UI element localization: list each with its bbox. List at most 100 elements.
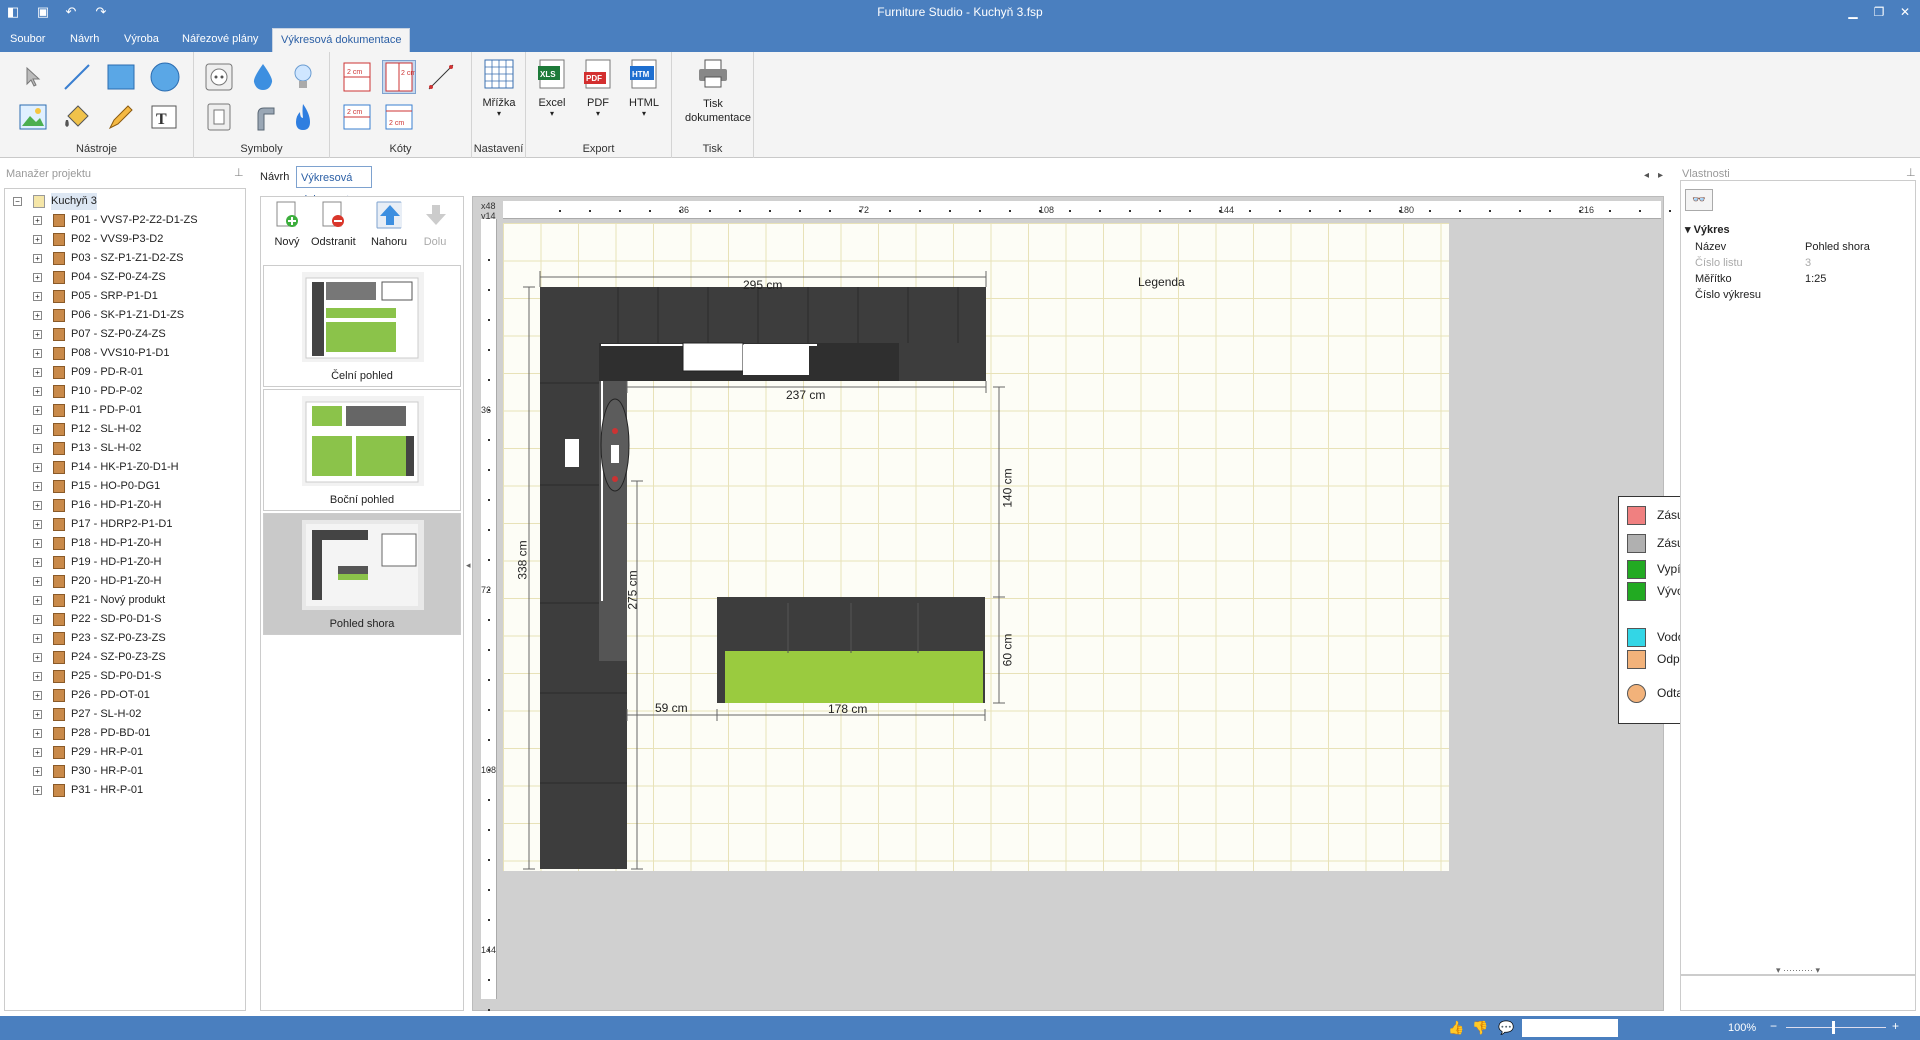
drawing-canvas[interactable]: x48 y14 3672108144180216 3672108144 [472,196,1857,1011]
excel-export-button[interactable]: XLS Excel ▾ [530,58,574,118]
tree-item-label: P09 - PD-R-01 [71,366,144,378]
angle-dim-icon[interactable] [424,60,458,94]
circle-tool-icon[interactable] [148,60,182,94]
sheet-thumb-top[interactable]: Pohled shora [263,513,461,635]
expand-icon[interactable]: + [33,710,42,719]
expand-icon[interactable]: + [33,482,42,491]
expand-icon[interactable]: + [33,292,42,301]
expand-icon[interactable]: + [33,672,42,681]
collapse-icon[interactable]: − [13,197,22,206]
expand-icon[interactable]: + [33,311,42,320]
expand-icon[interactable]: + [33,216,42,225]
properties-pin-icon[interactable]: ⊥ [1906,166,1916,179]
menu-soubor[interactable]: Soubor [2,28,53,52]
zoom-out-icon[interactable]: − [1770,1019,1777,1033]
chain-dim-icon[interactable]: 2 cm [340,100,374,134]
expand-icon[interactable]: + [33,330,42,339]
expand-icon[interactable]: + [33,444,42,453]
vertical-dim-icon[interactable]: 2 cm [382,60,416,94]
tree-item-label: P23 - SZ-P0-Z3-ZS [71,632,166,644]
expand-icon[interactable]: + [33,653,42,662]
tab-navrh[interactable]: Návrh [256,166,293,188]
expand-icon[interactable]: + [33,520,42,529]
print-documentation-button[interactable]: Tisk dokumentace [678,58,751,125]
zoom-slider-thumb[interactable] [1832,1021,1835,1034]
new-sheet-button[interactable]: Nový [265,201,309,248]
expand-icon[interactable]: + [33,425,42,434]
gas-flame-icon[interactable] [286,100,320,134]
glasses-icon[interactable]: 👓 [1685,189,1713,211]
expand-icon[interactable]: + [33,501,42,510]
image-tool-icon[interactable] [16,100,50,134]
horizontal-dim-icon[interactable]: 2 cm [340,60,374,94]
sheet-thumb-side[interactable]: Boční pohled [263,389,461,511]
expand-icon[interactable]: + [33,463,42,472]
pin-icon[interactable]: ⊥ [234,166,244,179]
tab-vykresova-dokumentace[interactable]: Výkresová dokumentace [296,166,373,206]
line-tool-icon[interactable] [60,60,94,94]
expand-icon[interactable]: + [33,691,42,700]
expand-icon[interactable]: + [33,786,42,795]
expand-icon[interactable]: + [33,387,42,396]
pipe-icon[interactable] [246,100,280,134]
text-tool-icon[interactable]: T [148,100,182,134]
group-print: Tisk dokumentace Tisk [672,52,754,158]
move-up-button[interactable]: Nahoru [367,201,411,248]
socket-icon[interactable] [202,60,236,94]
baseline-dim-icon[interactable]: 2 cm [382,100,416,134]
tab-scroll-right-icon[interactable]: ▸ [1658,170,1663,181]
html-export-button[interactable]: HTM HTML ▾ [622,58,666,118]
expand-icon[interactable]: + [33,767,42,776]
expand-icon[interactable]: + [33,235,42,244]
expand-icon[interactable]: + [33,406,42,415]
expand-icon[interactable]: + [33,368,42,377]
expand-icon[interactable]: + [33,748,42,757]
pencil-tool-icon[interactable] [104,100,138,134]
expand-icon[interactable]: + [33,596,42,605]
fill-tool-icon[interactable] [60,100,94,134]
menu-navrh[interactable]: Návrh [62,28,107,52]
sheet-thumb-front[interactable]: Čelní pohled [263,265,461,387]
ruler-tick [488,559,490,561]
group-label-export: Export [582,143,615,155]
properties-section-toggle[interactable]: ▾ Výkres [1685,223,1730,236]
light-bulb-icon[interactable] [286,60,320,94]
ruler-tick [1159,210,1161,212]
water-drop-icon[interactable] [246,60,280,94]
menu-vyroba[interactable]: Výroba [116,28,167,52]
expand-icon[interactable]: + [33,273,42,282]
ruler-tick [709,210,711,212]
expand-icon[interactable]: + [33,634,42,643]
expand-icon[interactable]: + [33,615,42,624]
menu-narezove-plany[interactable]: Nářezové plány [174,28,266,52]
close-icon[interactable]: ✕ [1892,2,1918,22]
delete-sheet-button[interactable]: Odstranit [311,201,356,248]
property-value[interactable]: Pohled shora [1805,241,1870,253]
ruler-h-label: 180 [1399,205,1415,215]
restore-icon[interactable]: ❐ [1866,2,1892,22]
switch-icon[interactable] [202,100,236,134]
product-icon [53,385,65,398]
select-tool-icon[interactable] [16,60,50,94]
pdf-export-button[interactable]: PDF PDF ▾ [576,58,620,118]
expand-icon[interactable]: + [33,349,42,358]
expand-icon[interactable]: + [33,577,42,586]
property-value[interactable]: 1:25 [1805,273,1826,285]
property-value[interactable]: 3 [1805,257,1811,269]
minimize-icon[interactable]: ▁ [1840,2,1866,22]
zoom-in-icon[interactable]: + [1892,1019,1899,1033]
thumbs-down-icon[interactable]: 👎 [1472,1020,1488,1036]
expand-icon[interactable]: + [33,729,42,738]
comment-icon[interactable]: 💬 [1498,1020,1514,1036]
grid-button[interactable]: Mřížka ▾ [477,58,521,118]
expand-icon[interactable]: + [33,539,42,548]
tab-scroll-left-icon[interactable]: ◂ [1644,170,1649,181]
rectangle-tool-icon[interactable] [104,60,138,94]
expand-icon[interactable]: + [33,254,42,263]
menu-vykresova-dokumentace[interactable]: Výkresová dokumentace [272,28,411,52]
thumbs-up-icon[interactable]: 👍 [1448,1020,1464,1036]
move-down-button[interactable]: Dolu [413,201,457,248]
expand-icon[interactable]: + [33,558,42,567]
ruler-tick [1639,210,1641,212]
zoom-slider[interactable] [1786,1027,1886,1028]
